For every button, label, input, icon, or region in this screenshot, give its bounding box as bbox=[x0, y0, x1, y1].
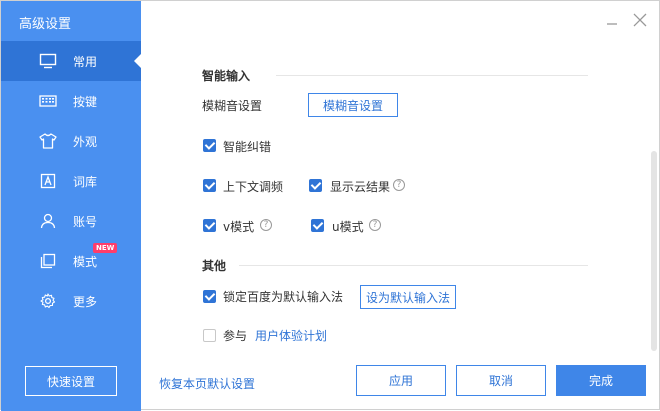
smart-input-header: 智能输入 bbox=[202, 69, 251, 83]
window-title: 高级设置 bbox=[19, 17, 72, 32]
other-header: 其他 bbox=[202, 259, 227, 273]
apply-button[interactable]: 应用 bbox=[356, 365, 446, 396]
participate-checkbox[interactable] bbox=[203, 329, 216, 342]
section-divider bbox=[239, 265, 588, 266]
context-tuning-label: 上下文调频 bbox=[223, 180, 284, 194]
sidebar-item-label: 更多 bbox=[73, 294, 98, 309]
u-mode-label: u模式 bbox=[332, 220, 364, 234]
restore-defaults-link[interactable]: 恢复本页默认设置 bbox=[159, 375, 255, 392]
v-mode-checkbox[interactable] bbox=[203, 219, 216, 232]
sidebar-item-common[interactable]: 常用 bbox=[1, 41, 141, 81]
sidebar-nav: 常用 按键 外观 词库 账号 模式 NEW 更多 bbox=[1, 41, 141, 321]
help-icon[interactable]: ? bbox=[369, 219, 381, 231]
v-mode-label: v模式 bbox=[223, 220, 255, 234]
scrollbar[interactable] bbox=[651, 151, 657, 351]
close-icon bbox=[633, 13, 647, 27]
sidebar-item-account[interactable]: 账号 bbox=[1, 201, 141, 241]
show-cloud-checkbox[interactable] bbox=[309, 179, 322, 192]
sidebar-item-keys[interactable]: 按键 bbox=[1, 81, 141, 121]
gear-icon bbox=[39, 292, 57, 310]
user-icon bbox=[39, 212, 57, 230]
sidebar-item-label: 外观 bbox=[73, 134, 98, 149]
keyboard-icon bbox=[39, 92, 57, 110]
help-icon[interactable]: ? bbox=[260, 219, 272, 231]
show-cloud-label: 显示云结果 bbox=[330, 180, 391, 194]
u-mode-checkbox[interactable] bbox=[311, 219, 324, 232]
sidebar-item-more[interactable]: 更多 bbox=[1, 281, 141, 321]
new-badge: NEW bbox=[93, 243, 118, 253]
smart-correction-checkbox[interactable] bbox=[203, 139, 216, 152]
participate-label: 参与 bbox=[223, 329, 248, 343]
sidebar-item-label: 常用 bbox=[73, 54, 98, 69]
sidebar-item-dictionary[interactable]: 词库 bbox=[1, 161, 141, 201]
set-default-ime-button[interactable]: 设为默认输入法 bbox=[360, 285, 456, 309]
lock-default-label: 锁定百度为默认输入法 bbox=[223, 290, 344, 304]
done-button[interactable]: 完成 bbox=[556, 365, 646, 396]
minimize-button[interactable] bbox=[603, 11, 621, 29]
sidebar-item-label: 词库 bbox=[73, 174, 98, 189]
monitor-icon bbox=[39, 52, 57, 70]
sidebar-item-label: 模式 bbox=[73, 254, 98, 269]
mode-icon bbox=[39, 252, 57, 270]
section-divider bbox=[276, 75, 588, 76]
fuzzy-sound-label: 模糊音设置 bbox=[202, 99, 263, 113]
help-icon[interactable]: ? bbox=[393, 179, 405, 191]
sidebar-item-label: 按键 bbox=[73, 94, 98, 109]
sidebar-item-label: 账号 bbox=[73, 214, 98, 229]
user-experience-plan-link[interactable]: 用户体验计划 bbox=[255, 327, 327, 344]
dictionary-icon bbox=[39, 172, 57, 190]
close-button[interactable] bbox=[631, 11, 649, 29]
sidebar-item-mode[interactable]: 模式 NEW bbox=[1, 241, 141, 281]
lock-default-checkbox[interactable] bbox=[203, 290, 216, 303]
sidebar-item-appearance[interactable]: 外观 bbox=[1, 121, 141, 161]
context-tuning-checkbox[interactable] bbox=[203, 179, 216, 192]
cancel-button[interactable]: 取消 bbox=[456, 365, 546, 396]
smart-correction-label: 智能纠错 bbox=[223, 140, 272, 154]
settings-window: 高级设置 常用 按键 外观 词库 账号 模式 NEW 更多 快速设置 智能输入 … bbox=[0, 0, 660, 411]
fuzzy-sound-settings-button[interactable]: 模糊音设置 bbox=[308, 93, 398, 117]
minimize-icon bbox=[607, 23, 617, 25]
shirt-icon bbox=[39, 132, 57, 150]
sidebar: 高级设置 常用 按键 外观 词库 账号 模式 NEW 更多 快速设置 bbox=[1, 1, 141, 411]
quick-settings-button[interactable]: 快速设置 bbox=[25, 366, 117, 396]
